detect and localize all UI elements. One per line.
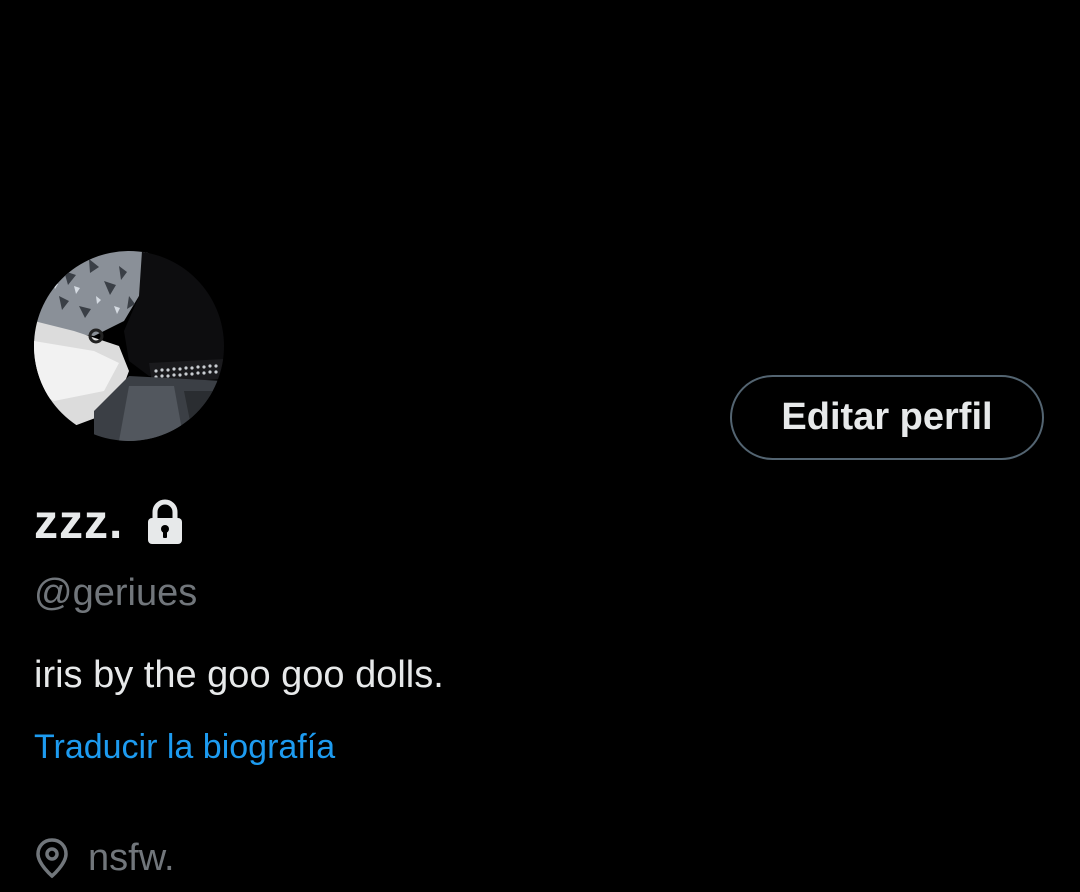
lock-icon: [145, 499, 185, 545]
avatar-image: [34, 251, 224, 441]
location-text: nsfw.: [88, 836, 175, 879]
translate-bio-link[interactable]: Traducir la biografía: [34, 728, 335, 767]
location-pin-icon: [34, 837, 70, 879]
profile-location: nsfw.: [34, 834, 175, 882]
name-row: zzz.: [34, 492, 185, 552]
display-name: zzz.: [34, 495, 124, 549]
profile-banner[interactable]: [0, 0, 1080, 250]
profile-handle: @geriues: [34, 572, 198, 614]
profile-avatar[interactable]: [34, 251, 224, 441]
edit-profile-button[interactable]: Editar perfil: [730, 375, 1044, 460]
profile-bio: iris by the goo goo dolls.: [34, 654, 444, 696]
